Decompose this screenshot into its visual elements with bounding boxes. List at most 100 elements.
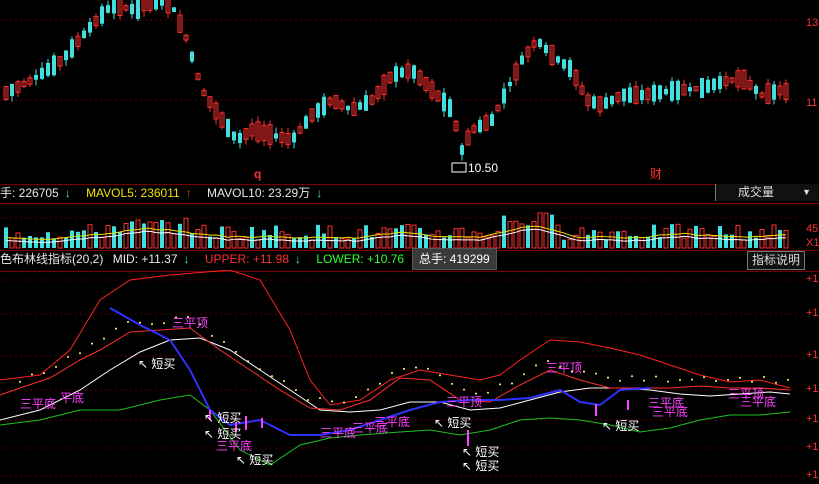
signal-duanmai-6: ↖ 短买 [462, 445, 499, 459]
volume-bar-up [453, 228, 459, 249]
volume-bar-down [22, 237, 26, 248]
indicator-dot [331, 400, 333, 403]
indicator-dot [211, 334, 213, 337]
volume-bar-down [130, 221, 134, 248]
volume-bar-up [741, 239, 747, 249]
indicator-help-button[interactable]: 指标说明 [746, 251, 805, 270]
volume-bar-up [171, 233, 177, 249]
indicator-dot [19, 380, 21, 383]
volume-bar-up [339, 238, 345, 249]
volume-bar-up [165, 222, 171, 249]
candle-down [400, 67, 404, 78]
volume-bar-down [718, 226, 722, 248]
indicator-dot [271, 375, 273, 378]
indicator-dot [667, 380, 669, 383]
indicator-dot [619, 379, 621, 382]
volume-tooltip: 总手: 419299 [412, 248, 497, 270]
volume-bar-down [46, 232, 50, 248]
volume-bar-up [123, 223, 129, 249]
indicator-dot [451, 382, 453, 385]
candle-down [274, 133, 278, 139]
mavol10-arrow-icon: ↓ [316, 186, 323, 200]
indicator-dot [727, 378, 729, 381]
indicator-dot [607, 376, 609, 379]
candle-down [652, 84, 656, 102]
mid-label: MID: +11.37 ↓ [112, 252, 190, 266]
mavol5-label: MAVOL5: 236011 ↑ [86, 186, 192, 200]
signal-duanmai-7: ↖ 短买 [462, 459, 499, 473]
candle-down [544, 44, 548, 54]
volume-bar-up [183, 217, 189, 249]
indicator-dot [307, 398, 309, 401]
candle-down [460, 145, 464, 155]
volume-bar-down [562, 239, 566, 248]
candle-down [172, 7, 176, 12]
volume-bar-down [670, 224, 674, 248]
candle-down [712, 78, 716, 91]
candle-down [238, 132, 242, 144]
candle-down [34, 74, 38, 80]
candle-down [88, 22, 92, 33]
indicator-dot [403, 367, 405, 370]
bollinger-chart[interactable]: +1 +1 +1 +1 +1 +1 +1 三平顶 三平底 平底 ↖ 短买 ↖ 短买 ↖ 短买… [0, 270, 819, 484]
indicator-axis-label: +1 [806, 307, 819, 319]
volume-chart-panel[interactable]: 45 X1 [0, 202, 819, 250]
candle-down [508, 81, 512, 87]
price-chart-panel[interactable]: 13 11 10.50 q 财 [0, 0, 819, 184]
candle-down [106, 5, 110, 13]
volume-bar-up [153, 221, 159, 249]
signal-sanpingdi-3: 三平底 [320, 425, 356, 440]
volume-bar-up [681, 237, 687, 249]
indicator-dot [679, 379, 681, 382]
volume-bar-up [759, 229, 765, 249]
candle-down [610, 95, 614, 105]
candle-down [700, 78, 704, 98]
candle-down [538, 39, 542, 47]
volume-bar-up [771, 224, 777, 249]
indicator-dot [283, 380, 285, 383]
indicator-dot [391, 371, 393, 374]
volume-bar-down [586, 234, 590, 248]
cai-marker: 财 [650, 167, 662, 181]
signal-duanmai-1: ↖ 短买 [138, 357, 175, 371]
volume-bar-down [316, 224, 320, 248]
volume-bar-down [526, 225, 530, 248]
volume-bar-down [298, 237, 302, 248]
volume-bar-down [190, 233, 194, 248]
volume-bar-down [142, 223, 146, 248]
volume-bar-up [309, 239, 315, 249]
volume-bar-up [243, 236, 249, 249]
indicator-dot [379, 382, 381, 385]
indicator-dot [127, 320, 129, 323]
volume-bar-up [459, 227, 465, 249]
indicator-axis-label: +1 [806, 469, 819, 481]
volume-bar-up [621, 230, 627, 249]
candle-down [622, 88, 626, 102]
candlestick-chart[interactable]: 13 11 10.50 q 财 [0, 0, 819, 184]
mid-arrow-icon: ↓ [183, 252, 190, 266]
candle-down [670, 81, 674, 101]
indicator-dot [523, 373, 525, 376]
indicator-dot [247, 360, 249, 363]
upper-band-line [0, 270, 791, 406]
volume-bar-up [705, 233, 711, 249]
candle-down [322, 96, 326, 116]
indicator-dot [631, 375, 633, 378]
volume-bar-up [327, 225, 333, 249]
candle-down [316, 103, 320, 118]
indicator-select-dropdown[interactable]: 成交量 ▼ [715, 184, 819, 201]
indicator-dot [643, 379, 645, 382]
candle-down [190, 51, 194, 62]
candle-down [556, 56, 560, 63]
volume-bar-down [394, 228, 398, 248]
volume-bar-down [334, 237, 338, 248]
bollinger-indicator-panel[interactable]: +1 +1 +1 +1 +1 +1 +1 三平顶 三平底 平底 ↖ 短买 ↖ 短买 ↖ 短买… [0, 270, 819, 484]
volume-bars-chart[interactable]: 45 X1 [0, 202, 819, 250]
volume-bar-up [387, 228, 393, 249]
price-axis-label-12: 11 [806, 97, 817, 109]
volume-bar-down [418, 227, 422, 248]
volume-bar-up [639, 237, 645, 249]
upper-arrow-icon: ↓ [295, 252, 302, 266]
indicator-dot [703, 376, 705, 379]
indicator-dot [79, 352, 81, 355]
